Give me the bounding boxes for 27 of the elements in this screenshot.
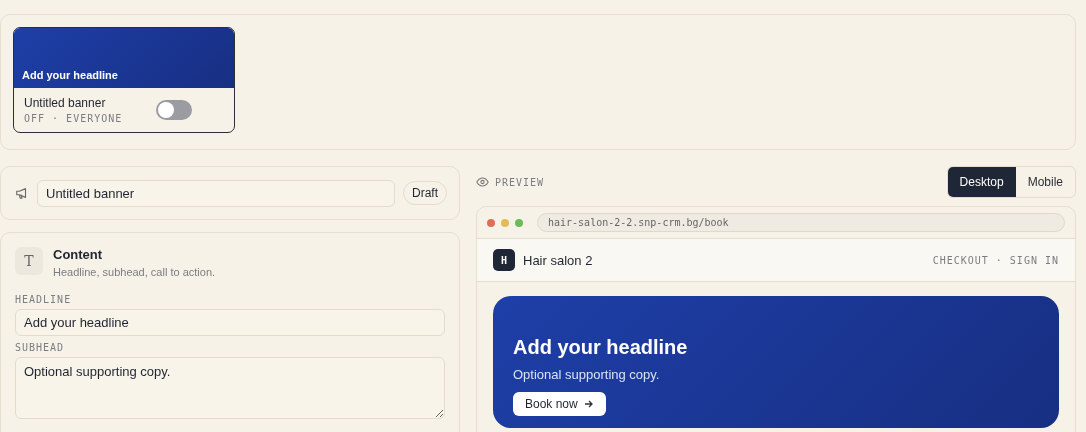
megaphone-icon xyxy=(15,186,29,200)
banner-title: Untitled banner xyxy=(24,96,107,110)
field-label: HEADLINE xyxy=(15,294,73,305)
hero-headline: Add your headline xyxy=(513,336,688,359)
view-mode-tab[interactable]: Desktop xyxy=(947,167,1016,197)
subhead-field[interactable]: Optional supporting copy. xyxy=(15,357,445,419)
preview-label: PREVIEW xyxy=(495,176,545,188)
book-button[interactable]: Book now xyxy=(513,392,606,416)
field-label: SUBHEAD xyxy=(15,342,66,353)
address-bar[interactable]: hair-salon-2-2.snp-crm.bg/book xyxy=(537,213,1065,232)
site-nav-links[interactable]: CHECKOUT · SIGN IN xyxy=(932,254,1059,266)
banner-headline: Add your headline xyxy=(22,69,118,81)
section-title: Content xyxy=(53,247,104,262)
window-controls-icon xyxy=(487,218,523,227)
eye-icon xyxy=(476,177,489,187)
site-logo: H xyxy=(493,249,515,271)
headline-field[interactable]: Add your headline xyxy=(15,309,445,336)
arrow-icon xyxy=(583,399,594,409)
text-icon: T xyxy=(15,247,43,275)
view-mode-tab[interactable]: Mobile xyxy=(1015,167,1075,197)
banner-status: OFF · EVERYONE xyxy=(24,113,123,124)
banner-name-field[interactable]: Untitled banner xyxy=(37,179,395,207)
hero-subhead: Optional supporting copy. xyxy=(513,367,660,382)
banner-card[interactable]: Add your headline Untitled banner OFF · EVERYONE xyxy=(13,27,235,133)
toggle-switch[interactable] xyxy=(156,100,192,120)
section-description: Headline, subhead, call to action. xyxy=(53,266,216,278)
site-name: Hair salon 2 xyxy=(523,252,594,268)
